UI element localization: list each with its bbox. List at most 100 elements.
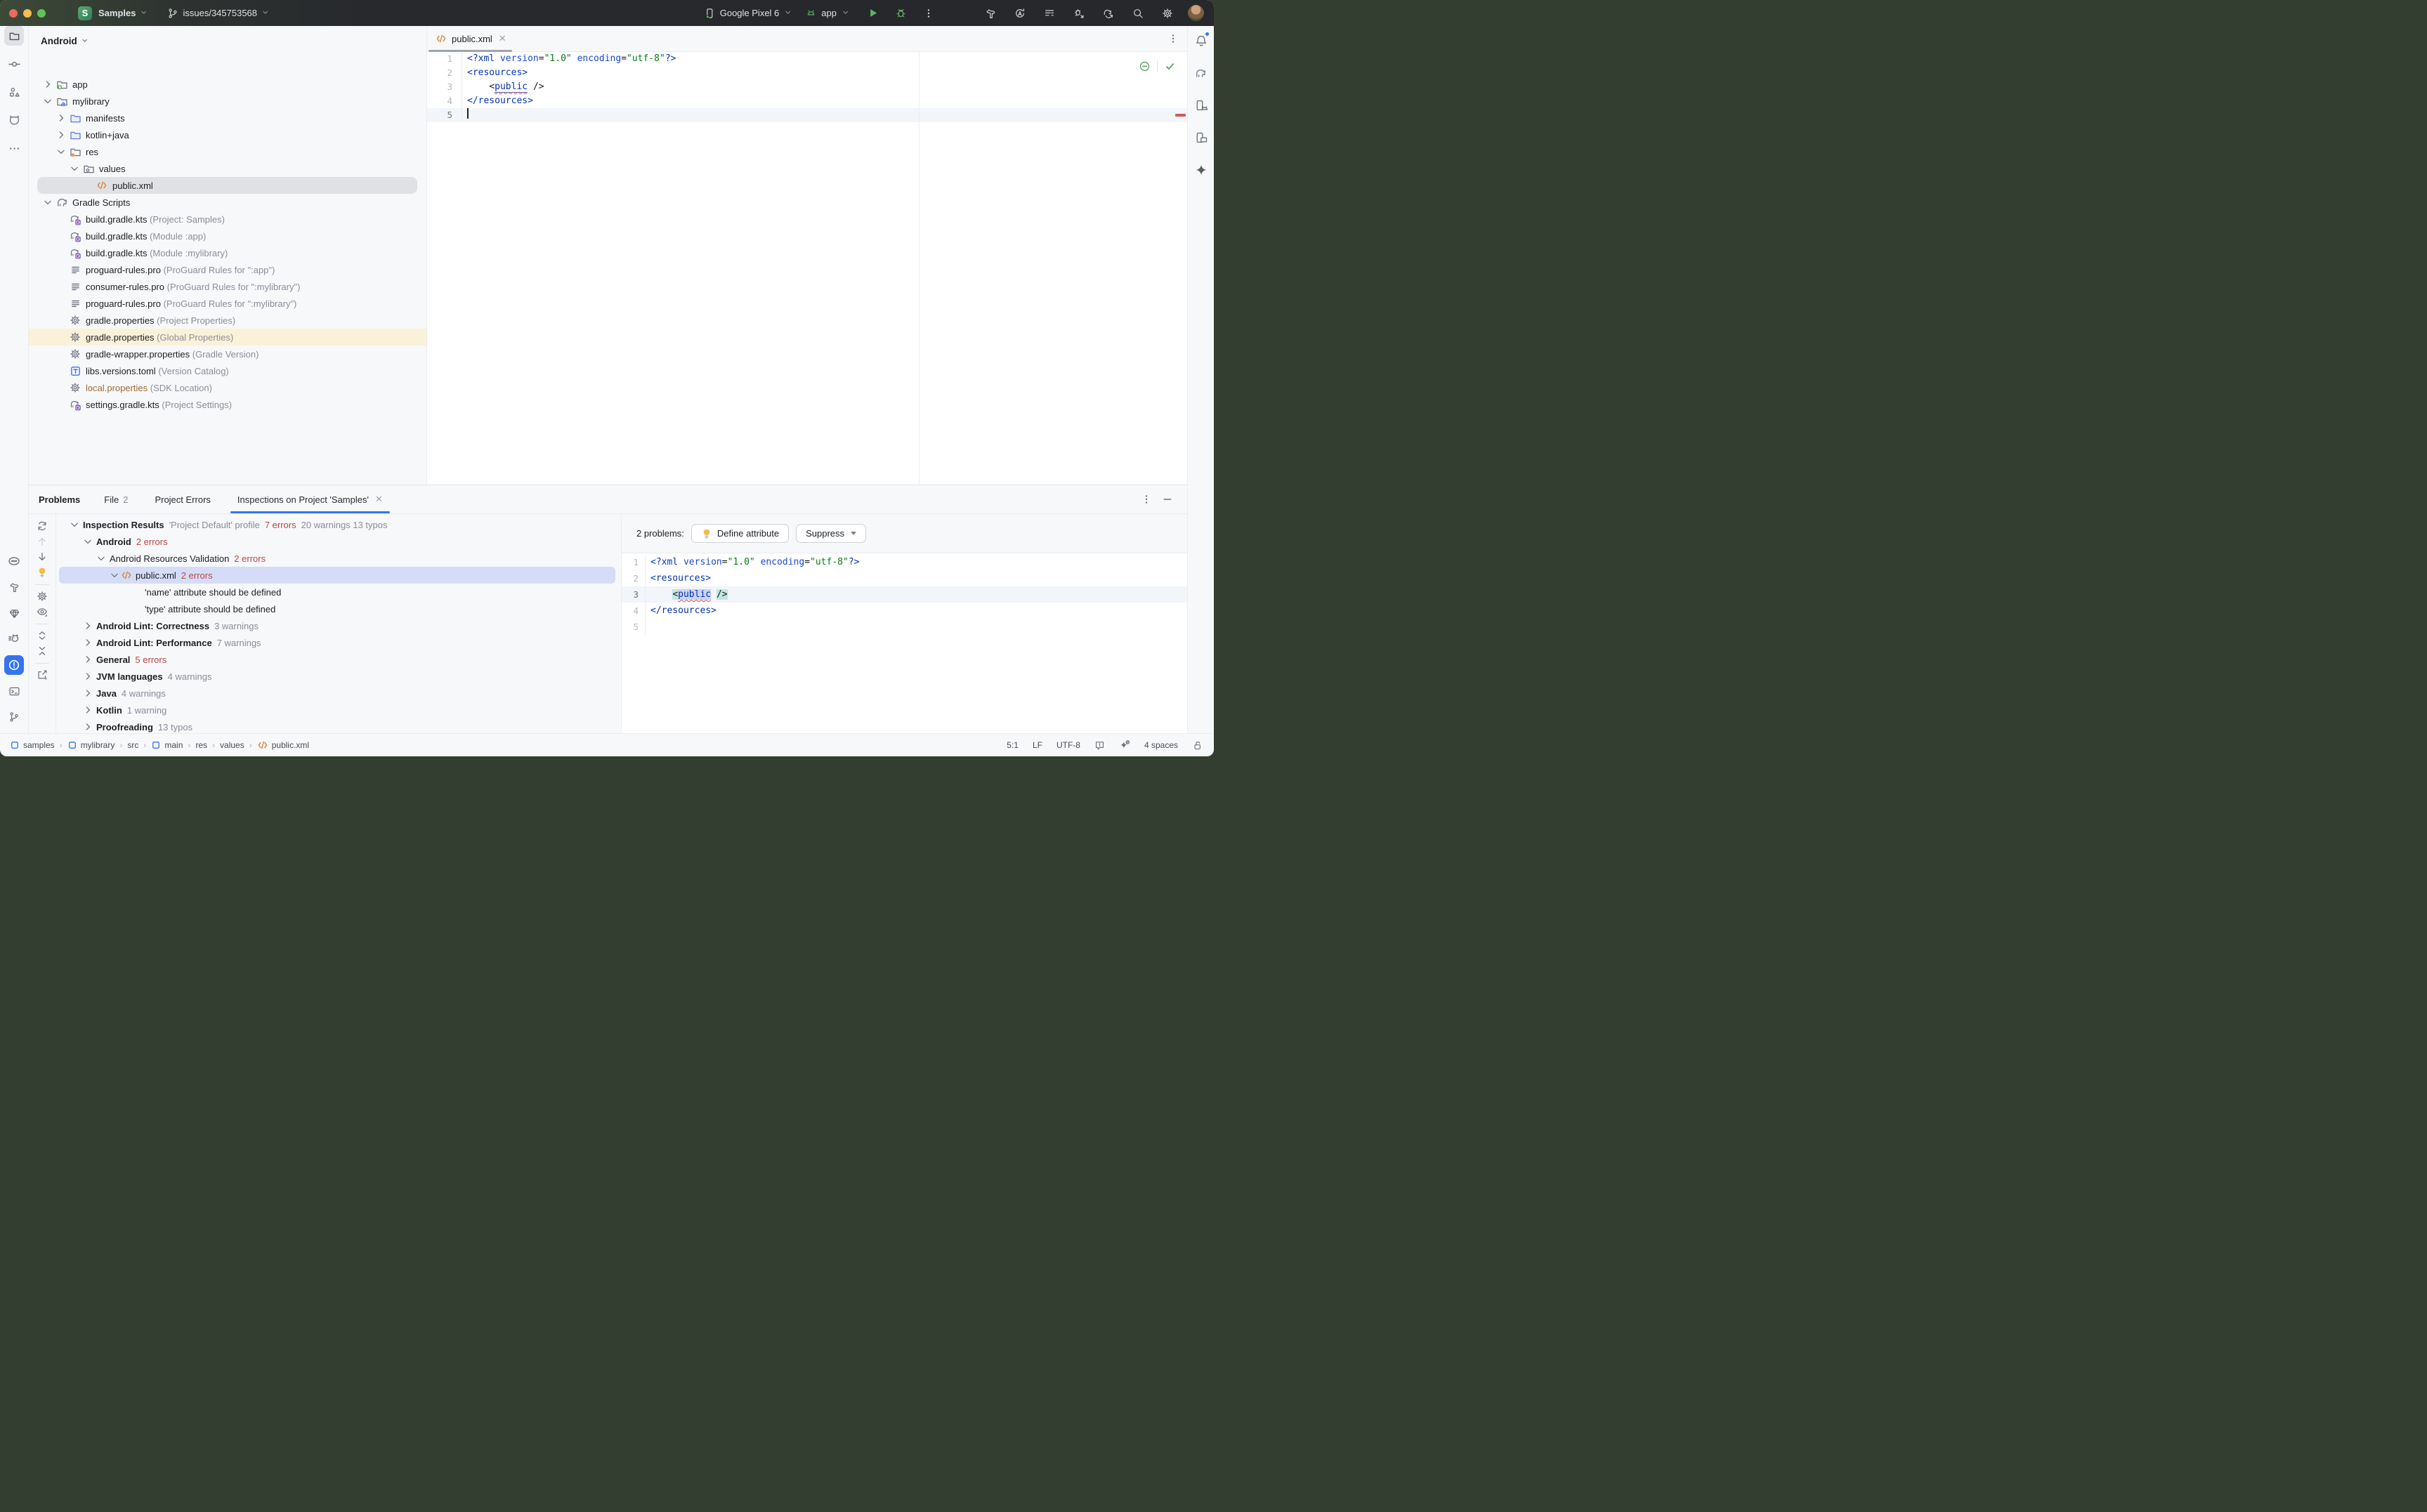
define-attribute-button[interactable]: Define attribute [691, 524, 789, 543]
arrow-down-button[interactable] [37, 551, 48, 563]
tab-file[interactable]: File 2 [101, 485, 131, 513]
breadcrumb-src[interactable]: src [127, 740, 138, 750]
chevron-down-icon[interactable] [69, 163, 80, 174]
editor-options-button[interactable] [1167, 33, 1179, 44]
hide-panel-button[interactable] [1162, 494, 1173, 505]
project-tree-item-build-gradle-kts[interactable]: build.gradle.kts (Project: Samples) [29, 211, 426, 228]
close-tab-icon[interactable]: ✕ [375, 494, 383, 505]
chevron-down-icon[interactable] [69, 519, 80, 530]
device-selector[interactable]: Google Pixel 6 [704, 8, 794, 19]
build-hammer2-icon[interactable] [4, 577, 24, 597]
project-tree-item-public-xml[interactable]: public.xml [29, 177, 426, 194]
readonly-status-icon[interactable] [1094, 740, 1105, 751]
more-actions-button[interactable] [920, 4, 938, 22]
code-editor[interactable]: 1<?xml version="1.0" encoding="utf-8"?>2… [427, 52, 1187, 485]
highlighting-level-icon[interactable] [1139, 60, 1151, 72]
chevron-right-icon[interactable] [82, 721, 93, 732]
breadcrumb-samples[interactable]: samples [10, 740, 55, 750]
more-dots-icon[interactable] [4, 138, 24, 158]
chevron-right-icon[interactable] [82, 620, 93, 631]
project-view-selector[interactable]: Android [29, 26, 426, 50]
chevron-right-icon[interactable] [82, 637, 93, 648]
running-devices-icon[interactable] [1191, 128, 1211, 147]
run-button[interactable] [863, 4, 882, 22]
suppress-button[interactable]: Suppress [796, 524, 866, 543]
project-tree-item-proguard-rules-pro[interactable]: proguard-rules.pro (ProGuard Rules for "… [29, 295, 426, 312]
code-line-1[interactable]: 1<?xml version="1.0" encoding="utf-8"?> [427, 52, 1187, 66]
breadcrumb-mylibrary[interactable]: mylibrary [67, 740, 115, 750]
close-window-button[interactable] [9, 9, 18, 18]
chevron-right-icon[interactable] [82, 704, 93, 716]
terminal-icon[interactable] [4, 681, 24, 701]
profiler-wave-icon[interactable] [4, 551, 24, 571]
project-tree-item-local-properties[interactable]: local.properties (SDK Location) [29, 379, 426, 396]
minimize-window-button[interactable] [23, 9, 32, 18]
chevron-right-icon[interactable] [82, 688, 93, 699]
eye-preview-button[interactable] [37, 606, 48, 617]
problems-tree-row[interactable]: Android Resources Validation2 errors [56, 550, 621, 567]
project-tree-item-proguard-rules-pro[interactable]: proguard-rules.pro (ProGuard Rules for "… [29, 261, 426, 278]
settings-button[interactable] [1158, 4, 1177, 22]
user-avatar[interactable] [1188, 5, 1204, 21]
app-inspection-gem-icon[interactable] [4, 603, 24, 623]
code-line-2[interactable]: 2<resources> [427, 66, 1187, 80]
gitlab-fox-icon[interactable] [4, 110, 24, 130]
chevron-right-icon[interactable] [82, 671, 93, 682]
chevron-down-icon[interactable] [96, 553, 107, 564]
project-tree-item-consumer-rules-pro[interactable]: consumer-rules.pro (ProGuard Rules for "… [29, 278, 426, 295]
code-line-5[interactable]: 5 [427, 108, 1187, 122]
problems-tree-row[interactable]: Android2 errors [56, 533, 621, 550]
editor-tab-public-xml[interactable]: public.xml ✕ [427, 26, 513, 51]
tab-inspections[interactable]: Inspections on Project 'Samples' ✕ [235, 485, 386, 513]
project-tree-item-settings-gradle-kts[interactable]: settings.gradle.kts (Project Settings) [29, 396, 426, 413]
bulb-button[interactable] [37, 567, 48, 578]
problems-tree-row[interactable]: General5 errors [56, 651, 621, 668]
breadcrumb-public-xml[interactable]: public.xml [257, 739, 309, 751]
zoom-window-button[interactable] [37, 9, 46, 18]
chevron-down-icon[interactable] [42, 96, 53, 107]
line-separator-widget[interactable]: LF [1033, 740, 1042, 750]
encoding-widget[interactable]: UTF-8 [1057, 740, 1080, 750]
project-tree-item-kotlin-java[interactable]: kotlin+java [29, 126, 426, 143]
code-line-4[interactable]: 4</resources> [427, 94, 1187, 108]
project-switcher[interactable]: Samples [98, 8, 149, 18]
chevron-right-icon[interactable] [55, 112, 67, 124]
project-tree-item-manifests[interactable]: manifests [29, 110, 426, 126]
problems-tree-row[interactable]: JVM languages4 warnings [56, 668, 621, 685]
project-tree-item-gradle-wrapper-properties[interactable]: gradle-wrapper.properties (Gradle Versio… [29, 346, 426, 362]
gradle-sync-button[interactable] [1099, 4, 1118, 22]
panel-options-button[interactable] [1141, 494, 1152, 505]
device-manager-icon[interactable] [1191, 96, 1211, 115]
project-badge[interactable]: S [78, 6, 92, 20]
git-branch2-icon[interactable] [4, 707, 24, 727]
project-tree-item-libs-versions-toml[interactable]: libs.versions.toml (Version Catalog) [29, 362, 426, 379]
chevron-down-icon[interactable] [55, 146, 67, 157]
project-tree-item-gradle-properties[interactable]: gradle.properties (Project Properties) [29, 312, 426, 329]
code-line-1[interactable]: 1<?xml version="1.0" encoding="utf-8"?> [622, 554, 1187, 570]
commit-icon[interactable] [4, 54, 24, 74]
problems-tree-row[interactable]: public.xml2 errors [56, 567, 621, 584]
todo-list-button[interactable] [1040, 4, 1059, 22]
run-configuration-selector[interactable]: app [806, 8, 851, 18]
gemini-spark-icon[interactable] [1191, 160, 1211, 180]
close-tab-icon[interactable]: ✕ [499, 33, 506, 44]
code-line-3[interactable]: 3 <public /> [622, 586, 1187, 603]
chevron-down-icon[interactable] [109, 570, 120, 581]
breadcrumb-values[interactable]: values [220, 740, 244, 750]
problems-tree-row[interactable]: Java4 warnings [56, 685, 621, 702]
debug-button[interactable] [891, 4, 910, 22]
error-stripe-mark[interactable] [1175, 114, 1186, 117]
inspection-widget[interactable] [1139, 60, 1176, 72]
collapse-all-button[interactable] [37, 645, 48, 657]
chevron-right-icon[interactable] [42, 79, 53, 90]
problems-tree-row[interactable]: Android Lint: Correctness3 warnings [56, 617, 621, 634]
problems-tree-row[interactable]: 'name' attribute should be defined [56, 584, 621, 600]
open-in-editor-button[interactable] [37, 669, 48, 681]
project-tree-item-values[interactable]: values [29, 160, 426, 177]
code-line-4[interactable]: 4</resources> [622, 603, 1187, 619]
logcat-cat-icon[interactable] [4, 629, 24, 649]
window-controls[interactable] [9, 9, 46, 18]
project-folder-icon[interactable] [4, 26, 24, 46]
expand-all-button[interactable] [37, 630, 48, 641]
code-line-2[interactable]: 2<resources> [622, 570, 1187, 586]
